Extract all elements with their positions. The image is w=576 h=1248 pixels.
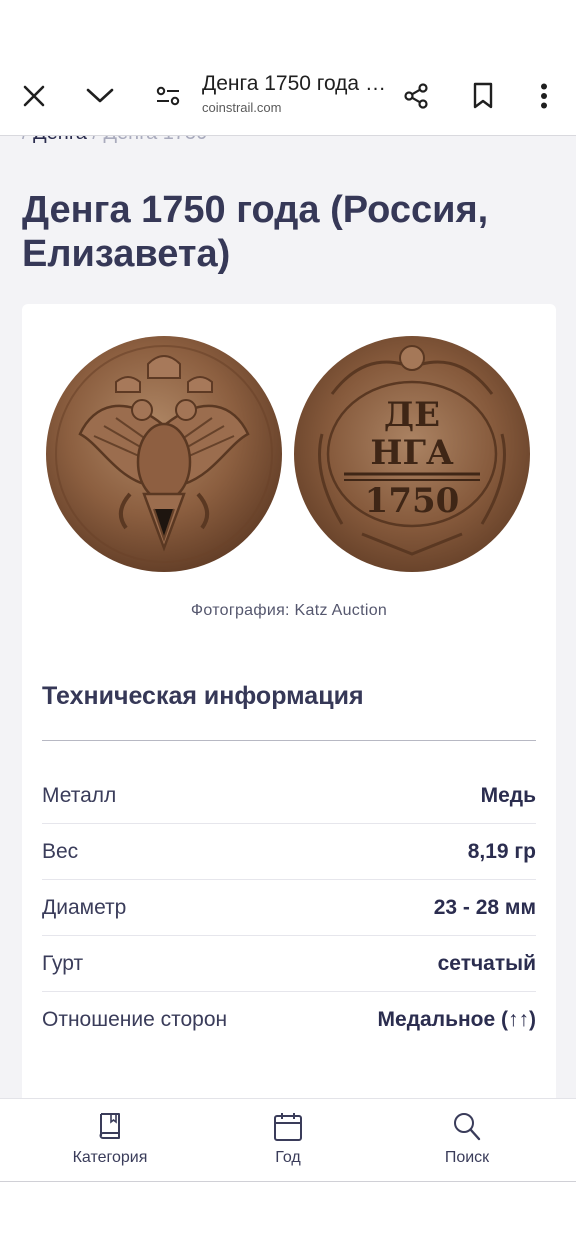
coin-obverse-image[interactable]: [44, 334, 284, 574]
more-button[interactable]: [524, 76, 564, 116]
reverse-legend-line2: НГА: [370, 433, 454, 473]
share-button[interactable]: [396, 76, 436, 116]
browser-toolbar: Денга 1750 года (Россия, Елизавета) coin…: [0, 56, 576, 136]
calendar-icon: [274, 1113, 302, 1141]
minimize-button[interactable]: [80, 76, 120, 116]
book-icon: [99, 1113, 120, 1139]
nav-item-search[interactable]: Поиск: [402, 1111, 532, 1175]
close-icon: [23, 85, 45, 107]
spec-value: 8,19 гр: [467, 840, 536, 863]
close-button[interactable]: [14, 76, 54, 116]
bottom-nav: Категория Год Поиск: [0, 1098, 576, 1182]
page-settings-icon: [156, 86, 180, 106]
section-divider: [42, 740, 536, 741]
toolbar-url: coinstrail.com: [202, 100, 282, 115]
breadcrumb: / Денга / Денга 1750: [22, 136, 207, 145]
share-icon: [404, 83, 428, 109]
page-title: Денга 1750 года (Россия, Елизавета): [22, 189, 489, 275]
breadcrumb-separator: /: [22, 136, 28, 144]
toolbar-title: Денга 1750 года (Россия, Елизавета): [202, 72, 392, 95]
spec-row-alignment: Отношение сторон Медальное (↑↑): [42, 992, 536, 1048]
more-vert-icon: [541, 83, 547, 109]
nav-label: Категория: [72, 1149, 148, 1166]
bookmark-icon: [473, 82, 493, 109]
photo-credit: Фотография: Katz Auction: [22, 602, 556, 620]
breadcrumb-current: Денга 1750: [104, 136, 208, 144]
page-content: / Денга / Денга 1750 Денга 1750 года (Ро…: [0, 136, 576, 1098]
nav-item-category[interactable]: Категория: [45, 1111, 175, 1175]
spec-row-edge: Гурт сетчатый: [42, 936, 536, 992]
spec-row-diameter: Диаметр 23 - 28 мм: [42, 880, 536, 936]
spec-row-metal: Металл Медь: [42, 768, 536, 824]
page-settings-button[interactable]: [148, 76, 188, 116]
nav-label: Год: [275, 1149, 301, 1166]
spec-value: Медь: [480, 784, 536, 807]
spec-label: Вес: [42, 840, 79, 863]
nav-label: Поиск: [444, 1149, 490, 1166]
photo-credit-label: Фотография:: [190, 602, 290, 619]
spec-label: Диаметр: [42, 896, 127, 919]
coin-reverse-image[interactable]: ДЕ НГА 1750: [292, 334, 532, 574]
spec-label: Гурт: [42, 952, 84, 975]
nav-item-year[interactable]: Год: [223, 1111, 353, 1175]
breadcrumb-link-denga[interactable]: Денга: [33, 136, 87, 144]
tech-spec-table: Металл Медь Вес 8,19 гр Диаметр 23 - 28 …: [42, 768, 536, 1048]
spec-row-weight: Вес 8,19 гр: [42, 824, 536, 880]
chevron-down-icon: [86, 88, 114, 103]
spec-label: Металл: [42, 784, 117, 807]
bookmark-button[interactable]: [463, 76, 503, 116]
system-nav-area: [0, 1182, 576, 1248]
tech-info-title: Техническая информация: [42, 682, 364, 710]
coin-card: ДЕ НГА 1750 Фотография: Katz Auction Тех…: [22, 304, 556, 1098]
search-icon: [454, 1113, 481, 1141]
page-title-block[interactable]: Денга 1750 года (Россия, Елизавета) coin…: [202, 72, 392, 115]
spec-label: Отношение сторон: [42, 1008, 228, 1031]
breadcrumb-separator: /: [92, 136, 98, 144]
spec-value: 23 - 28 мм: [433, 896, 536, 919]
reverse-legend-line1: ДЕ: [384, 395, 440, 435]
spec-value: сетчатый: [437, 952, 536, 975]
photo-credit-source[interactable]: Katz Auction: [295, 602, 388, 619]
status-bar: [0, 0, 576, 56]
spec-value: Медальное (↑↑): [377, 1008, 536, 1031]
reverse-legend-year: 1750: [365, 481, 460, 521]
